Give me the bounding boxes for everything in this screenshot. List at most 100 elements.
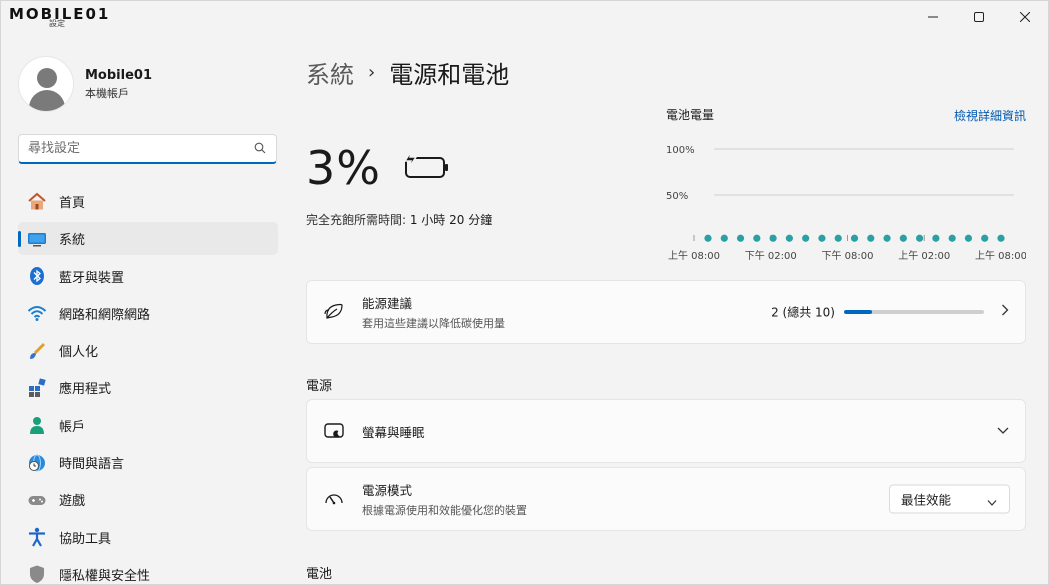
- power-section-heading: 電源: [306, 379, 333, 394]
- battery-data-point: [948, 234, 956, 242]
- battery-data-point: [850, 234, 859, 242]
- sidebar-item-accounts[interactable]: 帳戶: [18, 409, 278, 442]
- sidebar-item-network[interactable]: 網路和網際網路: [18, 297, 278, 330]
- battery-data-point: [916, 234, 924, 242]
- sidebar-item-gaming[interactable]: 遊戲: [18, 483, 278, 516]
- power-mode-select[interactable]: 最佳效能: [889, 484, 1010, 514]
- sidebar-item-label: 藍牙與裝置: [59, 270, 125, 286]
- user-profile[interactable]: Mobile01 本機帳戶: [18, 56, 152, 112]
- power-mode-card: 電源模式 根據電源使用和效能優化您的裝置 最佳效能: [306, 467, 1026, 531]
- profile-account-type: 本機帳戶: [85, 86, 129, 100]
- chart-title: 電池電量: [666, 108, 715, 122]
- energy-recommendations-subtitle: 套用這些建議以降低碳使用量: [362, 317, 505, 330]
- sidebar-item-privacy[interactable]: 隱私權與安全性: [18, 558, 278, 584]
- screen-sleep-title: 螢幕與睡眠: [362, 424, 425, 440]
- settings-window: MOBILE01 設定 Mobile01 本機帳戶 尋找設定 首頁 系統 藍牙與…: [0, 0, 1049, 585]
- search-input[interactable]: [19, 141, 244, 156]
- battery-data-point: [867, 234, 875, 242]
- bluetooth-icon: [26, 265, 48, 287]
- close-icon: [1020, 12, 1030, 22]
- sidebar-nav: 首頁 系統 藍牙與裝置 網路和網際網路 個人化 應用程式 帳戶 時間與語言 遊戲…: [18, 185, 278, 584]
- recommendations-count: 2 (總共 10): [771, 305, 835, 320]
- view-details-link[interactable]: 檢視詳細資訊: [954, 107, 1026, 124]
- battery-data-point: [932, 234, 940, 242]
- main-content: 系統 › 電源和電池 3% 完全充飽所需時間: 1 小時 20 分鐘 電池電量 …: [306, 41, 1026, 584]
- globe-clock-icon: [26, 452, 48, 474]
- maximize-button[interactable]: [956, 1, 1002, 33]
- chevron-down-icon[interactable]: [997, 424, 1009, 439]
- charge-time: 完全充飽所需時間: 1 小時 20 分鐘: [306, 211, 492, 228]
- recommendations-progress-fill: [844, 310, 872, 314]
- sidebar-item-label: 協助工具: [59, 531, 112, 547]
- battery-data-point: [834, 234, 842, 242]
- sidebar-item-personalization[interactable]: 個人化: [18, 334, 278, 367]
- sidebar-item-bluetooth[interactable]: 藍牙與裝置: [18, 260, 278, 293]
- battery-data-point: [899, 234, 907, 242]
- sidebar-item-label: 應用程式: [59, 382, 112, 398]
- accessibility-icon: [26, 526, 48, 548]
- sidebar-item-label: 個人化: [59, 345, 99, 361]
- gamepad-icon: [26, 489, 48, 511]
- wifi-icon: [26, 302, 48, 324]
- sidebar-item-time-language[interactable]: 時間與語言: [18, 446, 278, 479]
- minimize-button[interactable]: [910, 1, 956, 33]
- battery-charging-icon: [401, 149, 453, 187]
- accounts-icon: [26, 414, 48, 436]
- y-tick-label: 100%: [666, 145, 695, 156]
- battery-data-point: [802, 234, 810, 242]
- watermark-sub: 設定: [49, 19, 65, 28]
- battery-data-point: [964, 234, 973, 242]
- profile-name: Mobile01: [85, 67, 152, 83]
- charge-time-label: 完全充飽所需時間:: [306, 213, 410, 227]
- charge-time-value: 1 小時 20 分鐘: [409, 213, 493, 227]
- energy-recommendations-title: 能源建議: [362, 296, 413, 311]
- page-title: 電源和電池: [389, 61, 510, 89]
- power-mode-selected: 最佳效能: [901, 492, 952, 508]
- search-icon[interactable]: [254, 142, 266, 158]
- home-icon: [26, 191, 48, 213]
- breadcrumb-parent[interactable]: 系統: [306, 55, 354, 90]
- sidebar-item-label: 首頁: [59, 196, 86, 211]
- apps-icon: [26, 377, 48, 399]
- x-tick-label: 上午 02:00: [898, 249, 950, 262]
- screen-sleep-card[interactable]: 螢幕與睡眠: [306, 399, 1026, 463]
- battery-level-chart: 100% 50% 上午 08:00 下午 02:00 下午 08:00 上午 02:00 上…: [666, 145, 1026, 262]
- brush-icon: [26, 340, 48, 362]
- x-tick-label: 下午 02:00: [745, 249, 797, 262]
- window-controls: [910, 1, 1048, 33]
- battery-data-point: [981, 234, 989, 242]
- leaf-icon: [323, 301, 345, 323]
- sidebar-item-label: 遊戲: [59, 494, 86, 510]
- sidebar-item-label: 帳戶: [59, 419, 86, 435]
- sidebar-item-apps[interactable]: 應用程式: [18, 371, 278, 404]
- x-tick-label: 上午 08:00: [668, 249, 720, 262]
- y-tick-label: 50%: [666, 191, 688, 202]
- power-mode-subtitle: 根據電源使用和效能優化您的裝置: [362, 504, 527, 517]
- chevron-down-icon: [987, 495, 997, 510]
- recommendations-progress: [844, 310, 984, 314]
- screen-sleep-icon: [323, 420, 345, 442]
- x-tick-label: 上午 08:00: [975, 249, 1026, 262]
- breadcrumb-separator: ›: [368, 62, 376, 83]
- battery-percent: 3%: [306, 141, 381, 195]
- breadcrumb: 系統 › 電源和電池: [306, 55, 509, 90]
- system-icon: [26, 228, 48, 250]
- energy-recommendations-card[interactable]: 能源建議 套用這些建議以降低碳使用量 2 (總共 10): [306, 280, 1026, 344]
- battery-data-point: [720, 234, 728, 242]
- sidebar-item-home[interactable]: 首頁: [18, 185, 278, 218]
- avatar: [18, 56, 74, 112]
- battery-status: 3%: [306, 141, 453, 195]
- sidebar-item-label: 系統: [59, 233, 86, 249]
- search-box[interactable]: [18, 134, 277, 164]
- sidebar-item-label: 時間與語言: [59, 457, 125, 473]
- sidebar-item-system[interactable]: 系統: [18, 222, 278, 256]
- close-button[interactable]: [1002, 1, 1048, 33]
- minimize-icon: [928, 16, 938, 18]
- maximize-icon: [974, 12, 984, 22]
- sidebar-item-label: 網路和網際網路: [59, 307, 151, 323]
- speedometer-icon: [323, 488, 345, 510]
- battery-data-point: [883, 234, 891, 242]
- chevron-right-icon[interactable]: [1001, 304, 1009, 320]
- battery-data-point: [704, 234, 712, 242]
- sidebar-item-accessibility[interactable]: 協助工具: [18, 521, 278, 554]
